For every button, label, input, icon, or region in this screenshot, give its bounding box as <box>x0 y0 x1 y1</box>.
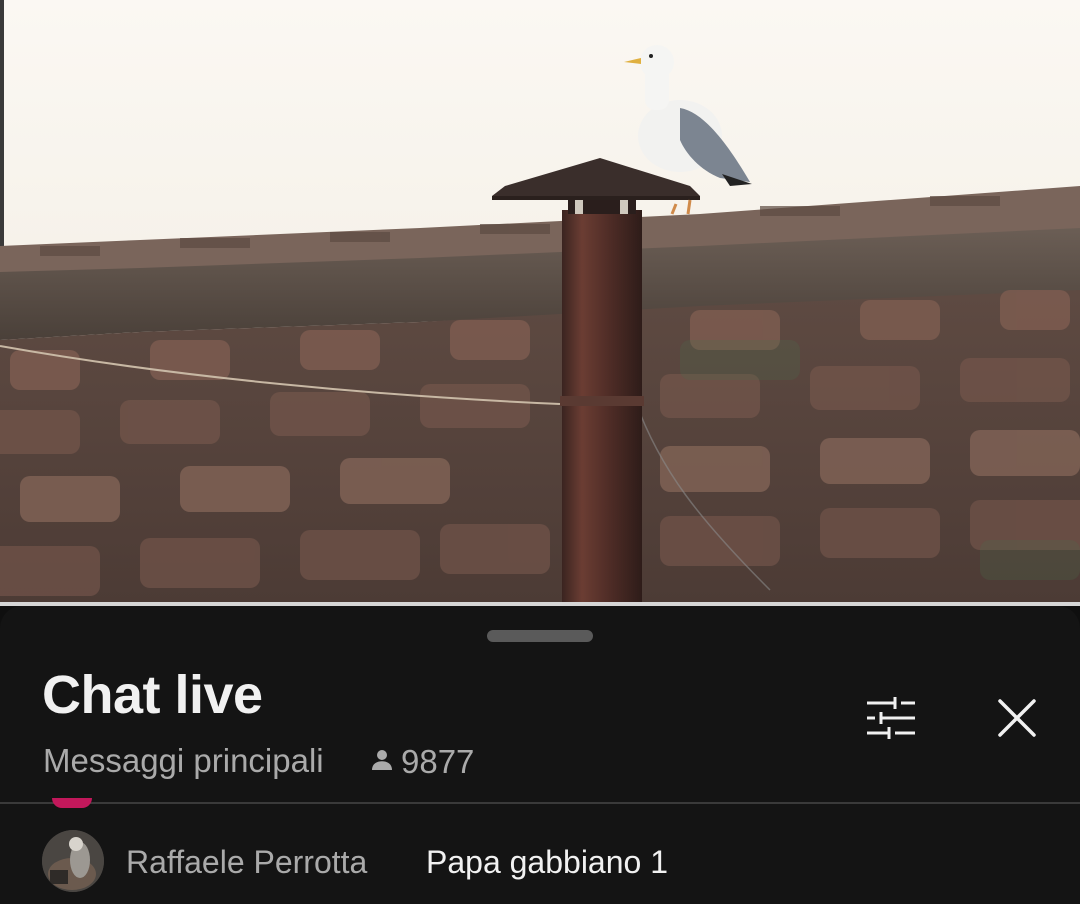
close-button[interactable] <box>986 690 1048 750</box>
avatar[interactable] <box>42 830 104 892</box>
close-icon <box>997 698 1037 743</box>
filter-sliders-icon <box>865 695 917 746</box>
video-player[interactable] <box>0 0 1080 604</box>
video-frame-scene <box>0 0 1080 604</box>
filter-button[interactable] <box>858 690 924 750</box>
viewer-count-value: 9877 <box>401 743 475 780</box>
message-author[interactable]: Raffaele Perrotta <box>126 844 367 881</box>
chat-message[interactable]: Raffaele Perrotta Papa gabbiano 1 <box>0 804 1080 904</box>
drag-handle[interactable] <box>487 630 593 642</box>
pole <box>0 0 4 250</box>
live-chat-sheet: Chat live Messaggi principali 9877 Raffa… <box>0 606 1080 904</box>
person-icon <box>367 745 397 780</box>
message-text: Papa gabbiano 1 <box>426 844 668 880</box>
chat-mode-selector[interactable]: Messaggi principali <box>43 742 324 780</box>
viewer-count: 9877 <box>367 742 474 782</box>
chat-title: Chat live <box>42 665 263 725</box>
